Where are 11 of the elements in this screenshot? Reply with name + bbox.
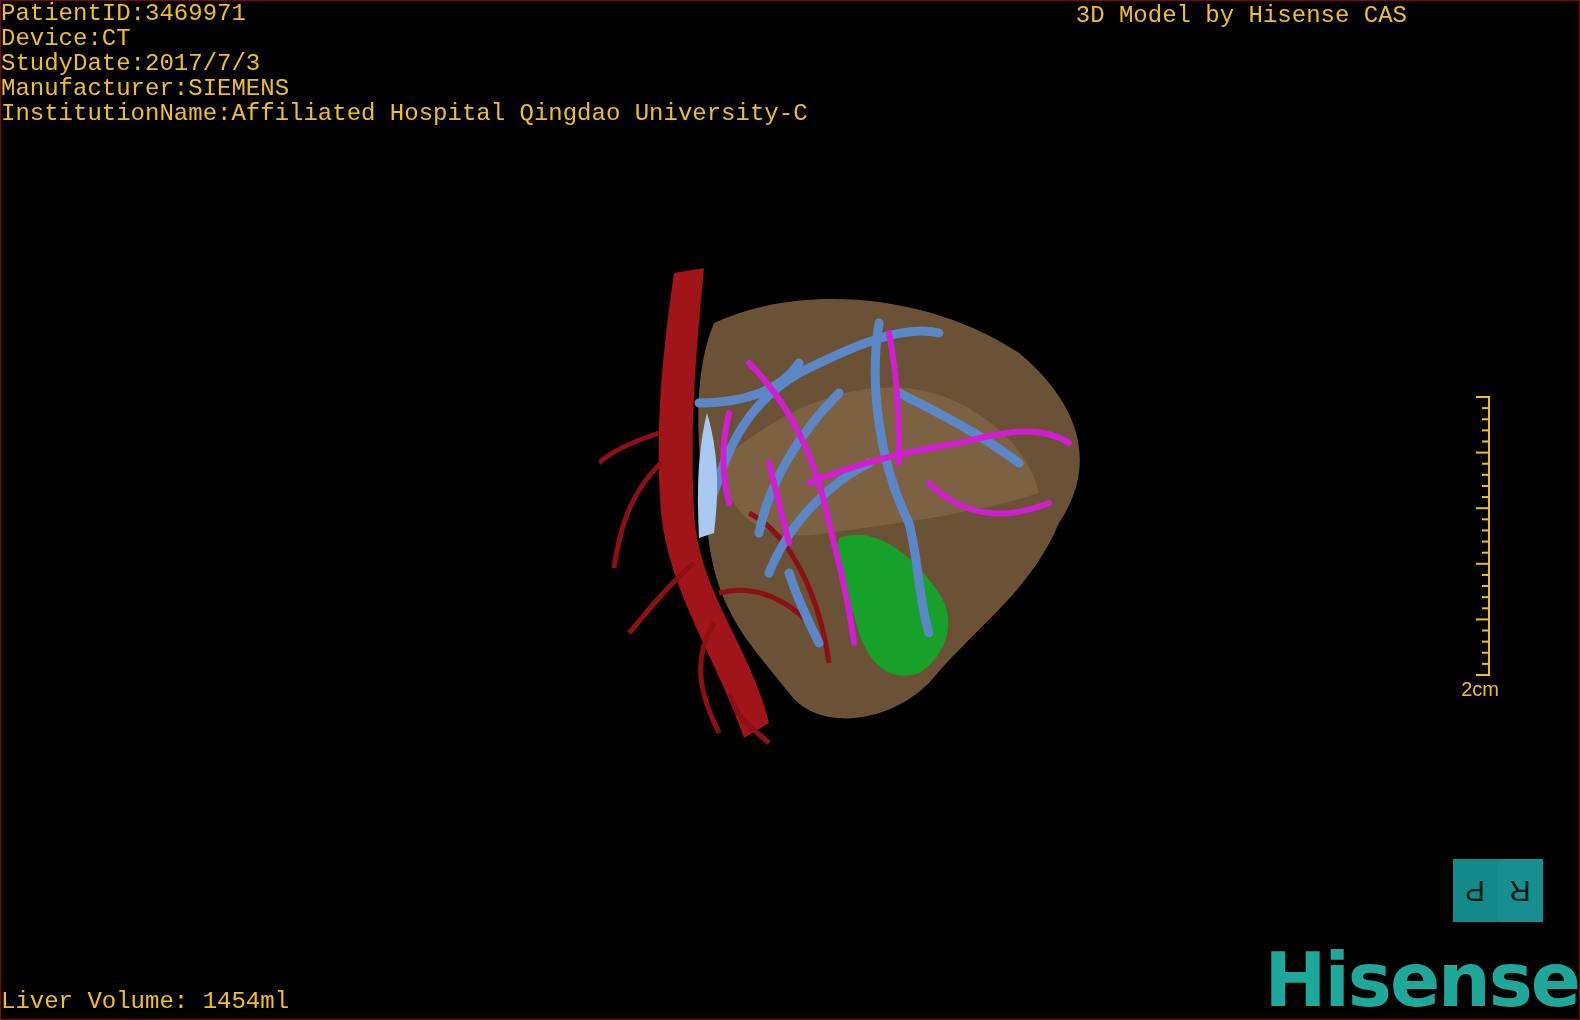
info-text: PatientID:3469971 (1, 1, 247, 26)
info-text: StudyDate:2017/7/3 (1, 51, 262, 76)
brand-logo: Hisense (1264, 947, 1579, 1013)
info-text: Manufacturer:SIEMENS (1, 76, 291, 101)
viewer-title: 3D Model by Hisense CAS (1075, 1, 1407, 31)
orientation-label: R (1509, 873, 1531, 908)
orientation-label: P (1465, 873, 1486, 908)
liver-volume-text: Liver Volume: 1454ml (1, 989, 290, 1015)
scale-label: 2cm (1461, 678, 1499, 701)
info-text: InstitutionName:Affiliated Hospital Qingdao University-C (1, 101, 808, 126)
info-text: Device:CT (1, 26, 132, 51)
